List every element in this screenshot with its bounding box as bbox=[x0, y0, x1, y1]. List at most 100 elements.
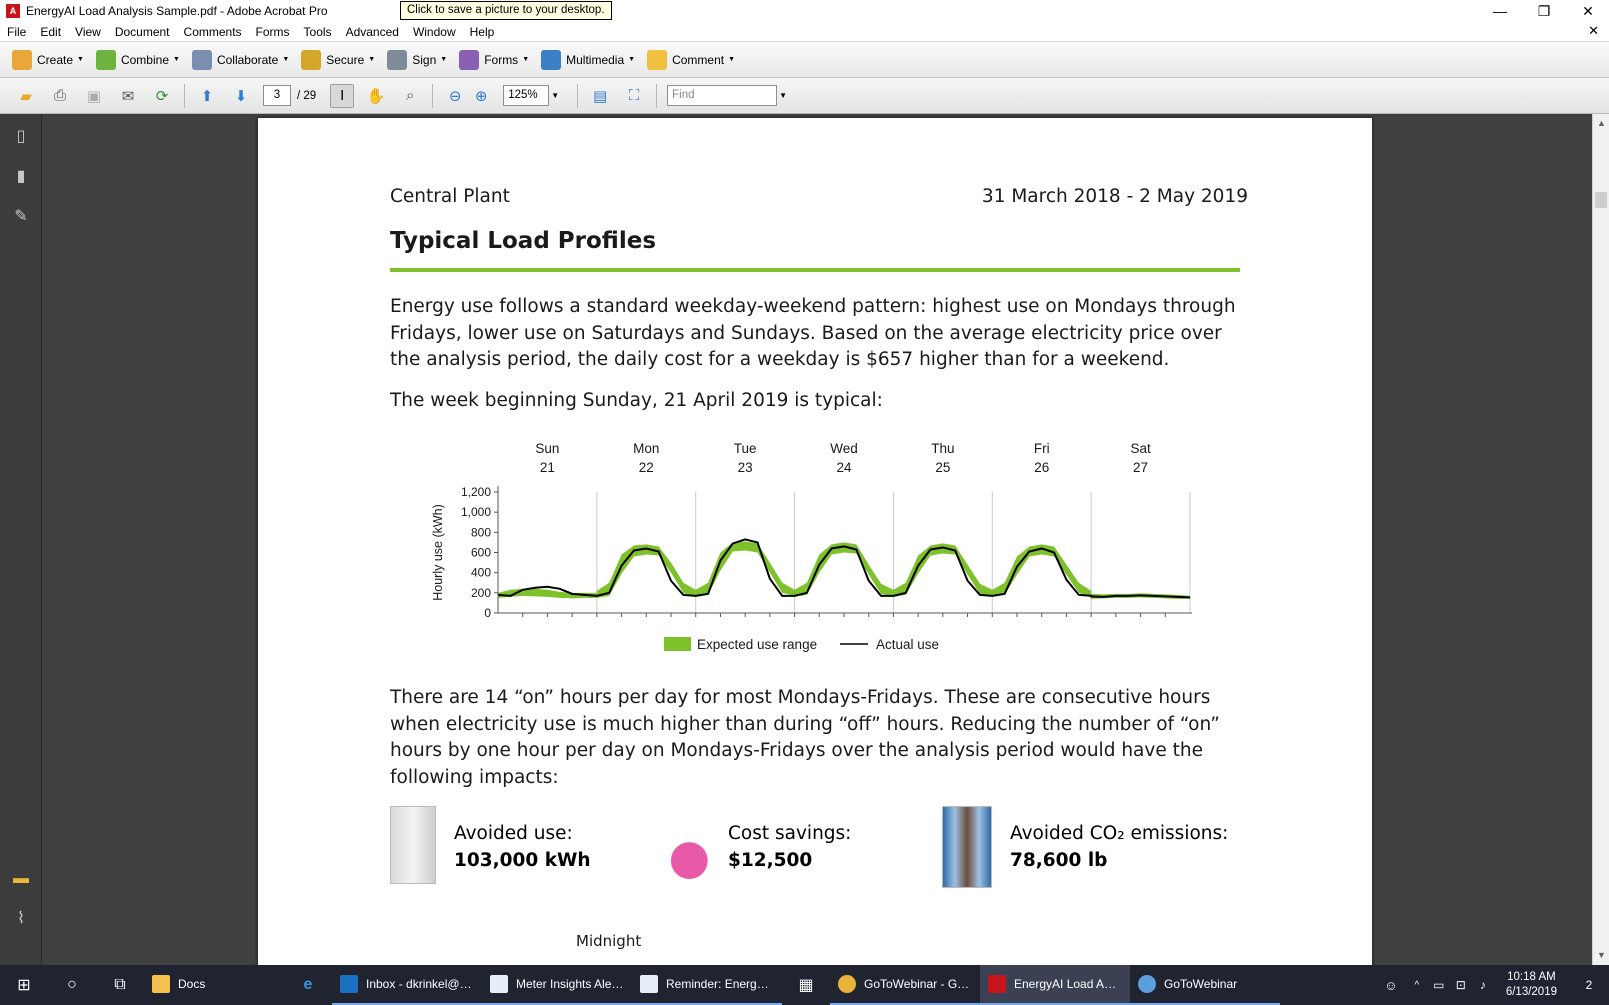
sync-icon[interactable]: ⟳ bbox=[150, 84, 174, 108]
menu-view[interactable]: View bbox=[68, 25, 108, 39]
taskbar-app-chrome[interactable]: GoToWebinar - Go... bbox=[830, 965, 980, 1005]
toolbar-separator bbox=[577, 83, 579, 108]
menu-tools[interactable]: Tools bbox=[297, 25, 339, 39]
day-name-label: Sun bbox=[535, 441, 559, 456]
clock-date: 6/13/2019 bbox=[1505, 986, 1557, 998]
chevron-up-icon[interactable]: ^ bbox=[1406, 965, 1428, 1005]
find-dropdown-icon[interactable]: ▼ bbox=[779, 91, 787, 100]
menu-advanced[interactable]: Advanced bbox=[339, 25, 406, 39]
combine-button[interactable]: Combine ▼ bbox=[95, 49, 180, 70]
day-name-label: Fri bbox=[1034, 441, 1050, 456]
collaborate-button[interactable]: Collaborate ▼ bbox=[191, 49, 290, 70]
secure-button[interactable]: Secure ▼ bbox=[301, 49, 376, 70]
zoom-tool-icon[interactable]: ⌕ bbox=[398, 84, 422, 108]
taskbar-app-docs[interactable]: Docs bbox=[144, 965, 284, 1005]
hand-tool-icon[interactable]: ✋ bbox=[364, 84, 388, 108]
day-name-label: Tue bbox=[734, 441, 757, 456]
document-viewport[interactable]: Central Plant 31 March 2018 - 2 May 2019… bbox=[42, 114, 1592, 965]
chevron-down-icon: ▼ bbox=[368, 56, 376, 63]
zoom-in-icon[interactable]: ⊕ bbox=[469, 84, 493, 108]
menu-bar: File Edit View Document Comments Forms T… bbox=[0, 22, 1609, 42]
taskbar-app-acrobat[interactable]: EnergyAI Load Anal... bbox=[980, 965, 1130, 1005]
close-button[interactable]: ✕ bbox=[1566, 0, 1609, 22]
zoom-out-icon[interactable]: ⊖ bbox=[443, 84, 467, 108]
open-folder-icon[interactable]: ▰ bbox=[14, 84, 38, 108]
create-button[interactable]: Create ▼ bbox=[12, 49, 84, 70]
piggy-bank-image bbox=[664, 806, 710, 884]
document-close-button[interactable]: ✕ bbox=[1588, 23, 1599, 39]
task-view-icon[interactable]: ⧉ bbox=[96, 965, 144, 1005]
arrow-down-icon[interactable]: ⬇ bbox=[229, 84, 253, 108]
scroll-down-icon[interactable]: ▼ bbox=[1593, 950, 1609, 960]
title-rule bbox=[390, 268, 1240, 272]
chevron-down-icon: ▼ bbox=[628, 56, 636, 63]
network-icon[interactable]: ⊡ bbox=[1450, 965, 1472, 1005]
internet-explorer-icon[interactable]: e bbox=[284, 965, 332, 1005]
menu-window[interactable]: Window bbox=[406, 25, 463, 39]
page-number-input[interactable]: 3 bbox=[263, 85, 291, 106]
menu-help[interactable]: Help bbox=[463, 25, 502, 39]
zoom-level-input[interactable]: 125% bbox=[503, 85, 550, 106]
forms-label: Forms bbox=[484, 52, 519, 67]
save-icon[interactable]: ▣ bbox=[82, 84, 106, 108]
y-tick-label: 1,200 bbox=[461, 485, 491, 499]
menu-forms[interactable]: Forms bbox=[249, 25, 297, 39]
fit-page-icon[interactable]: ⛶ bbox=[622, 84, 646, 108]
find-input[interactable]: Find bbox=[667, 85, 778, 106]
menu-edit[interactable]: Edit bbox=[33, 25, 68, 39]
bookmarks-icon[interactable]: ▮ bbox=[10, 166, 32, 188]
battery-icon[interactable]: ▭ bbox=[1428, 965, 1450, 1005]
task-toolbar: Create ▼ Combine ▼ Collaborate ▼ Secure ▼ Si… bbox=[0, 42, 1609, 78]
outlook-icon bbox=[340, 975, 358, 993]
impact-value: 103,000 kWh bbox=[454, 850, 591, 871]
comment-button[interactable]: Comment ▼ bbox=[647, 49, 735, 70]
notifications-icon[interactable]: 2 bbox=[1569, 965, 1609, 1005]
print-icon[interactable]: ⎙ bbox=[48, 84, 72, 108]
taskbar-app-gotowebinar[interactable]: GoToWebinar bbox=[1130, 965, 1280, 1005]
y-tick-label: 0 bbox=[484, 606, 491, 620]
create-label: Create bbox=[37, 52, 74, 67]
sign-button[interactable]: Sign ▼ bbox=[387, 49, 447, 70]
menu-document[interactable]: Document bbox=[108, 25, 177, 39]
taskbar-app-meter-insights[interactable]: Meter Insights Alert... bbox=[482, 965, 632, 1005]
minimize-button[interactable]: — bbox=[1478, 0, 1522, 22]
volume-icon[interactable]: ♪ bbox=[1472, 965, 1494, 1005]
chevron-down-icon: ▼ bbox=[282, 56, 290, 63]
taskbar-app-reminder[interactable]: Reminder: Energy ... bbox=[632, 965, 782, 1005]
select-tool-icon[interactable]: I bbox=[330, 83, 355, 108]
menu-comments[interactable]: Comments bbox=[177, 25, 249, 39]
scrollbar-thumb[interactable] bbox=[1595, 192, 1607, 208]
arrow-up-icon[interactable]: ⬆ bbox=[195, 84, 219, 108]
multimedia-button[interactable]: Multimedia ▼ bbox=[541, 49, 636, 70]
windows-start-icon[interactable]: ⊞ bbox=[0, 965, 48, 1005]
chevron-down-icon: ▼ bbox=[77, 56, 84, 63]
taskbar-app-outlook[interactable]: Inbox - dkrinkel@e... bbox=[332, 965, 482, 1005]
window-title: EnergyAI Load Analysis Sample.pdf - Adob… bbox=[26, 4, 328, 18]
gotowebinar-icon bbox=[1138, 975, 1156, 993]
chevron-down-icon: ▼ bbox=[173, 56, 180, 63]
fit-width-icon[interactable]: ▤ bbox=[588, 84, 612, 108]
zoom-dropdown-icon[interactable]: ▼ bbox=[551, 91, 559, 100]
day-name-label: Wed bbox=[830, 441, 858, 456]
taskbar-app-label: EnergyAI Load Anal... bbox=[1014, 977, 1122, 991]
on-hours-paragraph: There are 14 “on” hours per day for most… bbox=[390, 687, 1220, 788]
navigation-panel: ▯ ▮ ✎ ▬ ⌇ bbox=[0, 114, 42, 965]
restore-button[interactable]: ❐ bbox=[1522, 0, 1566, 22]
calendar-icon[interactable]: ▦ bbox=[782, 965, 830, 1005]
scroll-up-icon[interactable]: ▲ bbox=[1593, 118, 1609, 128]
email-icon[interactable]: ✉ bbox=[116, 84, 140, 108]
menu-file[interactable]: File bbox=[0, 25, 33, 39]
pages-icon[interactable]: ▯ bbox=[10, 126, 32, 148]
clock[interactable]: 10:18 AM 6/13/2019 bbox=[1506, 970, 1557, 1000]
comments-icon[interactable]: ▬ bbox=[10, 868, 32, 890]
search-icon[interactable]: ○ bbox=[48, 965, 96, 1005]
people-icon[interactable]: ☺ bbox=[1376, 965, 1406, 1005]
signatures-icon[interactable]: ✎ bbox=[10, 206, 32, 228]
clock-time: 10:18 AM bbox=[1507, 971, 1556, 983]
vertical-scrollbar[interactable]: ▲ ▼ bbox=[1592, 114, 1609, 965]
y-tick-label: 200 bbox=[471, 586, 491, 600]
lock-icon bbox=[301, 49, 322, 70]
day-date-label: 24 bbox=[836, 460, 852, 475]
forms-button[interactable]: Forms ▼ bbox=[459, 49, 529, 70]
attachments-icon[interactable]: ⌇ bbox=[10, 908, 32, 930]
